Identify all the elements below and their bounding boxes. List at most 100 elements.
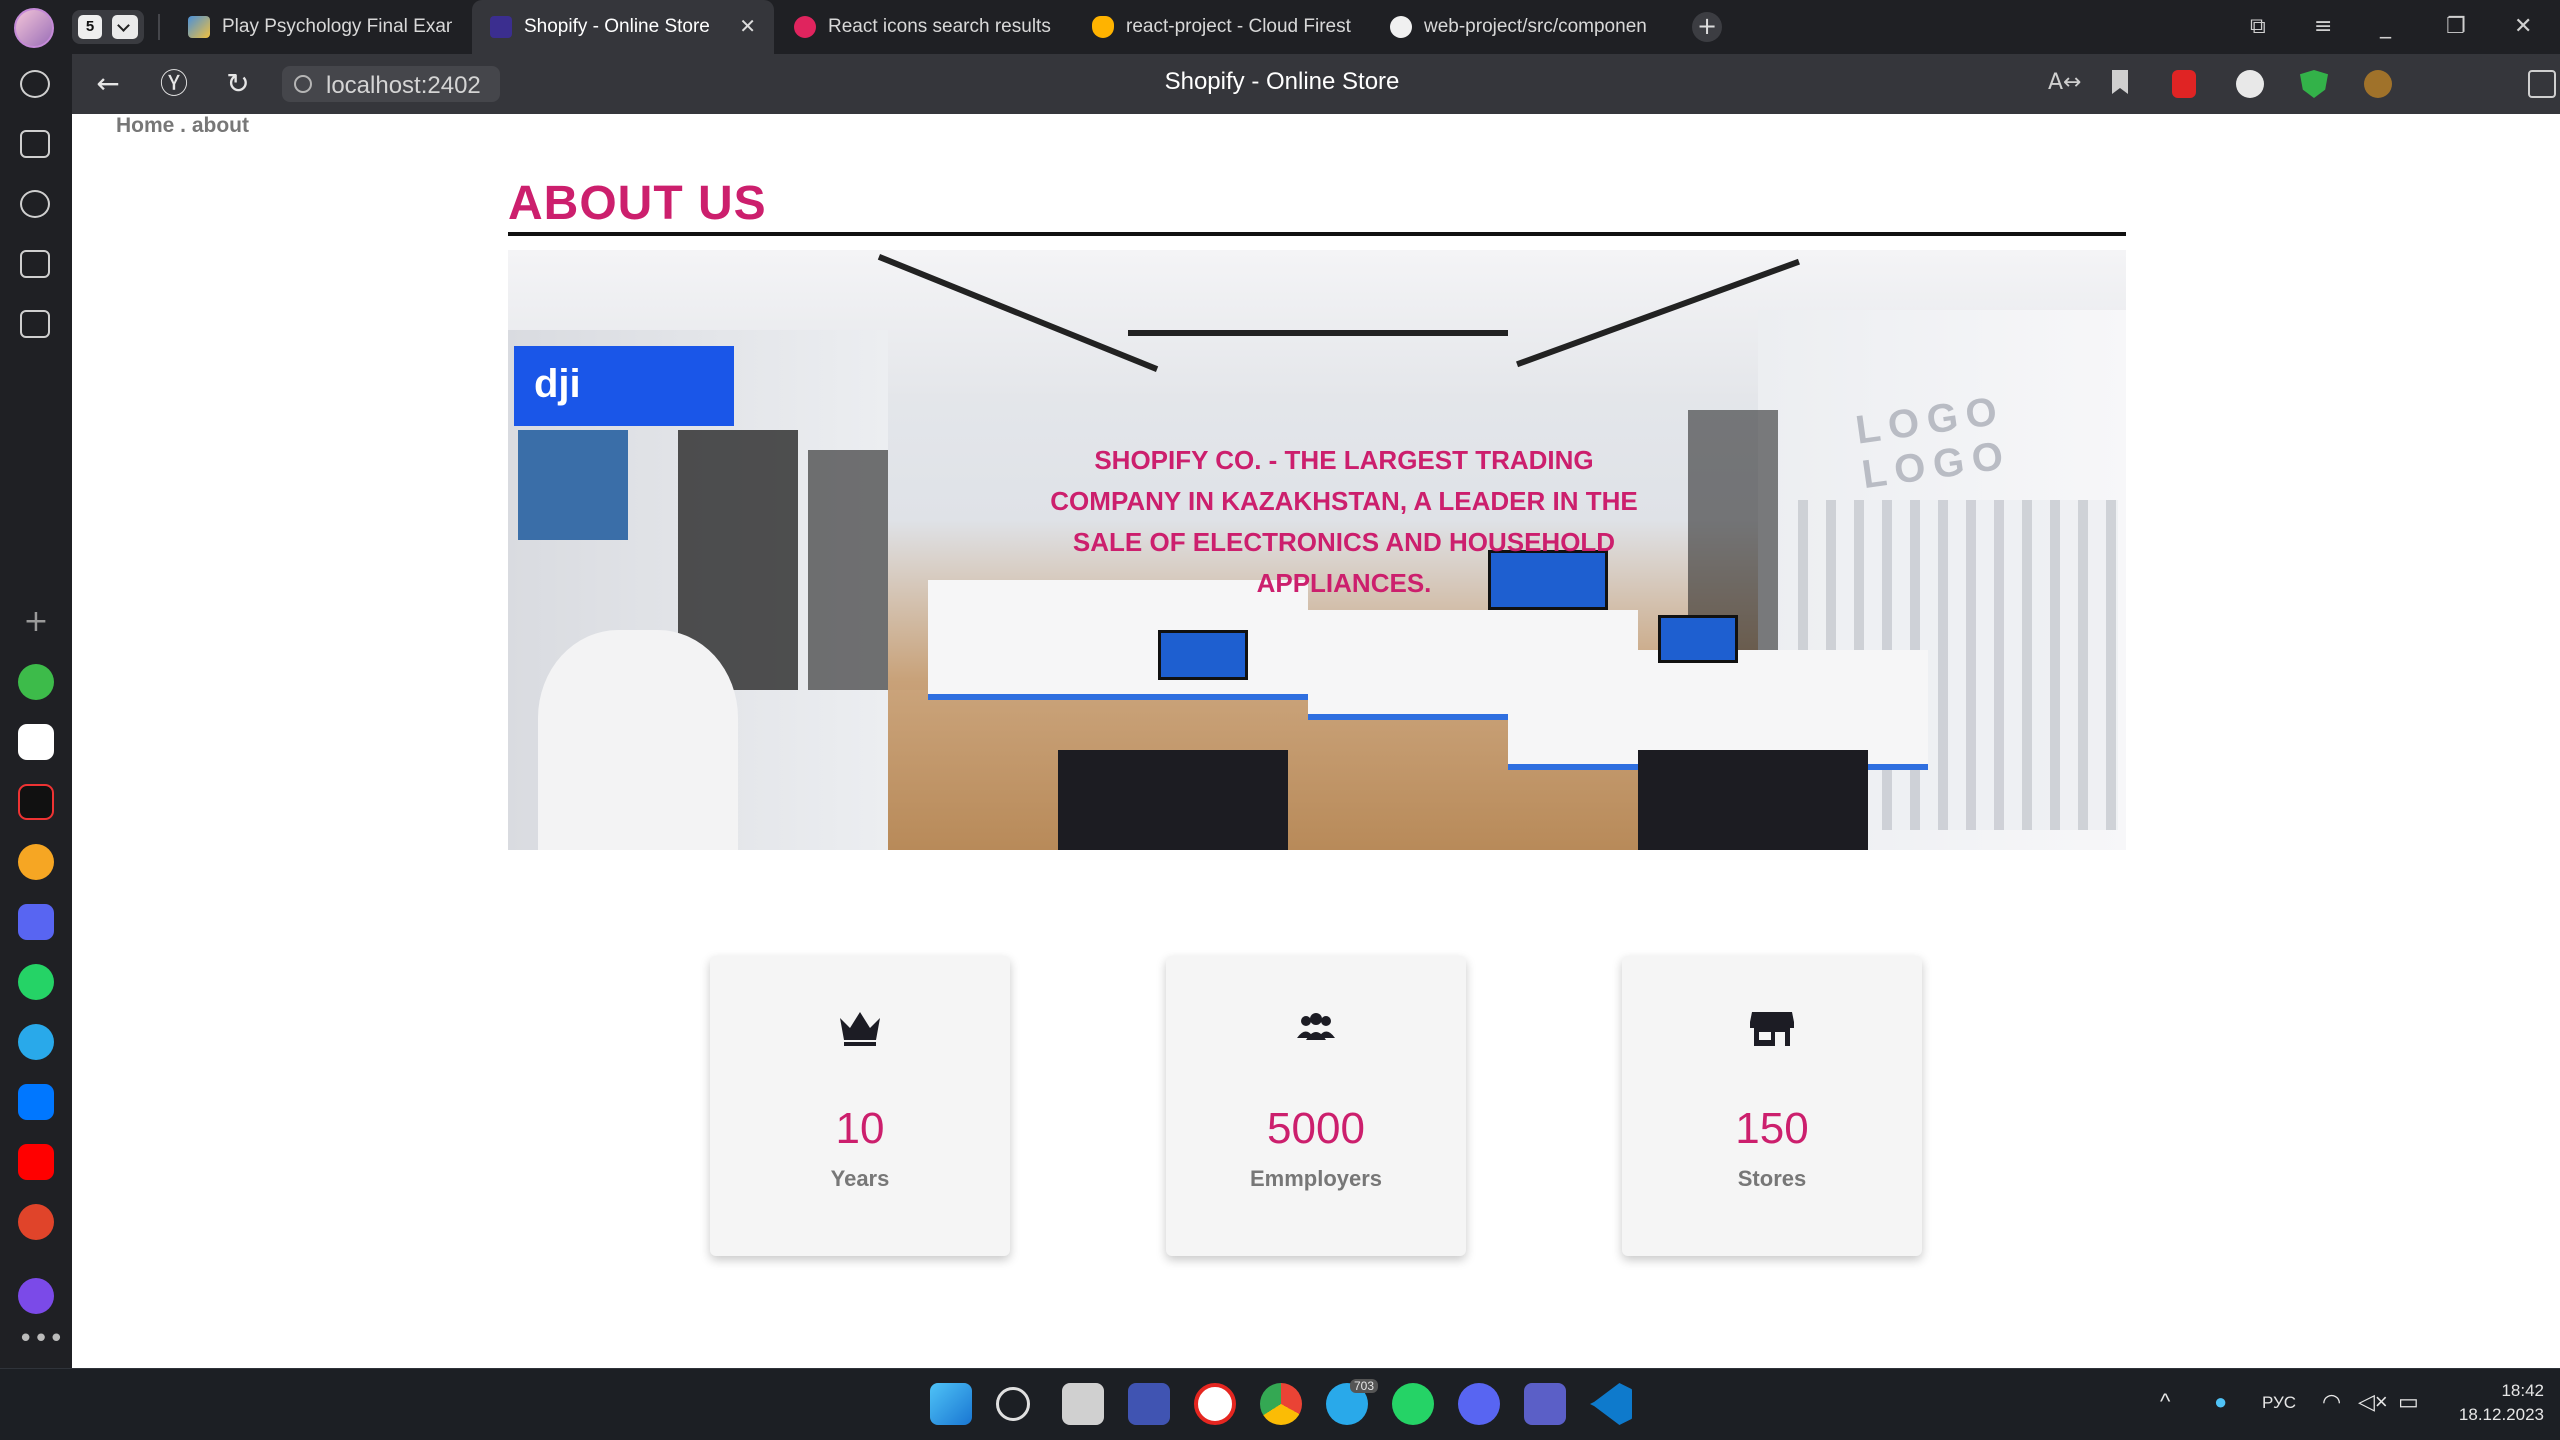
tab-github[interactable]: web-project/src/componen xyxy=(1372,0,1672,54)
tab-firestore[interactable]: react-project - Cloud Firest xyxy=(1074,0,1370,54)
whatsapp-icon[interactable] xyxy=(18,964,54,1000)
url-text: localhost:2402 xyxy=(326,72,481,99)
translate-icon[interactable]: A↔ xyxy=(2048,70,2081,98)
hero-shelf xyxy=(808,450,888,690)
tab-title: Play Psychology Final Exam xyxy=(222,16,452,37)
tab-title: web-project/src/componen xyxy=(1424,16,1647,37)
adblock-icon[interactable] xyxy=(2172,70,2196,98)
tab-title: react-project - Cloud Firest xyxy=(1126,16,1351,37)
telegram-badge: 703 xyxy=(1350,1379,1379,1393)
tiktok-icon[interactable] xyxy=(18,784,54,820)
task-view-icon[interactable] xyxy=(1062,1383,1104,1425)
shield-icon[interactable] xyxy=(2300,70,2328,98)
language-indicator[interactable]: РУС xyxy=(2262,1393,2296,1413)
stat-label: Emmployers xyxy=(1249,1166,1383,1191)
tab-group-button[interactable]: 5 xyxy=(72,10,144,44)
title-underline xyxy=(508,232,2126,236)
five-icon[interactable] xyxy=(20,250,50,278)
stat-value: 150 xyxy=(1735,1104,1809,1153)
breadcrumb[interactable]: Home . about xyxy=(116,114,249,138)
teams-icon[interactable] xyxy=(1524,1383,1566,1425)
microphone-icon[interactable]: ● xyxy=(2214,1389,2227,1415)
page-title-bar: Shopify - Online Store xyxy=(1164,68,1400,95)
profile-avatar[interactable] xyxy=(14,8,54,48)
more-icon[interactable]: ••• xyxy=(18,1324,64,1360)
tray-expand-icon[interactable]: ^ xyxy=(2160,1389,2170,1415)
hero-laptop xyxy=(1158,630,1248,680)
wifi-icon[interactable]: ◠ xyxy=(2322,1389,2341,1415)
stat-label: Stores xyxy=(1737,1166,1807,1191)
telegram-icon[interactable] xyxy=(18,1024,54,1060)
restore-icon[interactable]: ❐ xyxy=(2446,14,2466,39)
tab-favicon-icon xyxy=(490,16,512,38)
alice-icon[interactable] xyxy=(18,1278,54,1314)
react-icon xyxy=(794,16,816,38)
os-taskbar: 703 ^ ● РУС ◠ ◁× ▭ 18:42 18.12.2023 xyxy=(0,1368,2560,1440)
menu-icon[interactable]: ≡ xyxy=(2314,14,2332,39)
cookie-icon[interactable] xyxy=(2364,70,2392,98)
add-panel-icon[interactable]: + xyxy=(18,604,54,640)
music-icon[interactable] xyxy=(18,844,54,880)
hero-tv xyxy=(518,430,628,540)
close-icon[interactable]: ✕ xyxy=(739,14,756,39)
clock-date[interactable]: 18.12.2023 xyxy=(2440,1405,2544,1425)
play-icon[interactable] xyxy=(20,190,50,218)
yandex-browser-icon[interactable] xyxy=(1194,1383,1236,1425)
hero-product-panel xyxy=(1638,750,1868,850)
instagram-icon[interactable] xyxy=(18,724,54,760)
crown-icon xyxy=(840,1012,880,1046)
tab-react-icons[interactable]: React icons search results xyxy=(776,0,1072,54)
stat-value: 5000 xyxy=(1267,1104,1365,1153)
site-info-icon[interactable] xyxy=(294,75,312,93)
windows-start-icon[interactable] xyxy=(930,1383,972,1425)
users-icon xyxy=(1297,1013,1335,1040)
tab-play-psychology[interactable]: Play Psychology Final Exam xyxy=(170,0,470,54)
minimize-icon[interactable]: _ xyxy=(2380,14,2391,39)
github-icon xyxy=(1390,16,1412,38)
page-viewport: Home . about ABOUT US dji LOGO LOGO SHOP… xyxy=(72,114,2560,1368)
back-icon[interactable]: ← xyxy=(78,54,138,114)
collections-icon[interactable] xyxy=(20,130,50,158)
tab-count-badge: 5 xyxy=(78,15,102,39)
translate-app-icon[interactable] xyxy=(18,1204,54,1240)
bookmark-icon[interactable] xyxy=(2112,70,2128,94)
extension-icon[interactable] xyxy=(2236,70,2264,98)
stat-label: Years xyxy=(830,1166,890,1191)
history-icon[interactable] xyxy=(20,70,50,98)
bookmarks-panel-icon[interactable]: ⧉ xyxy=(2250,14,2266,39)
hero-display-stand xyxy=(538,630,738,850)
stat-value: 10 xyxy=(835,1104,885,1153)
address-bar-row: ← Ⓨ ↻ localhost:2402 Shopify - Online St… xyxy=(72,54,2560,114)
browser-sidebar: + ••• xyxy=(0,54,72,1368)
stat-card-stores: 150 Stores xyxy=(1622,956,1922,1256)
search-icon[interactable] xyxy=(996,1387,1030,1421)
new-tab-button[interactable]: + xyxy=(1692,12,1722,42)
vk-icon[interactable] xyxy=(18,1084,54,1120)
stat-card-years: 10 Years xyxy=(710,956,1010,1256)
whatsapp-taskbar-icon[interactable] xyxy=(1392,1383,1434,1425)
address-field[interactable]: localhost:2402 xyxy=(282,66,500,102)
hero-brand-sign: dji xyxy=(514,346,734,426)
chevron-down-icon[interactable] xyxy=(112,15,138,39)
hero-light-track xyxy=(1128,330,1508,336)
vscode-icon[interactable] xyxy=(1590,1383,1632,1425)
volume-muted-icon[interactable]: ◁× xyxy=(2358,1389,2388,1415)
yandex-home-icon[interactable]: Ⓨ xyxy=(144,54,204,114)
store-icon xyxy=(1750,1012,1794,1046)
discord-icon[interactable] xyxy=(18,904,54,940)
tab-shopify[interactable]: Shopify - Online Store ✕ xyxy=(472,0,774,54)
hero-banner: dji LOGO LOGO SHOPIFY CO. - THE LARGEST … xyxy=(508,250,2126,850)
clock-time[interactable]: 18:42 xyxy=(2448,1381,2544,1401)
reload-icon[interactable]: ↻ xyxy=(208,54,268,114)
tab-title: React icons search results xyxy=(828,16,1051,37)
discord-taskbar-icon[interactable] xyxy=(1458,1383,1500,1425)
close-window-icon[interactable]: ✕ xyxy=(2514,14,2532,39)
spring-icon[interactable] xyxy=(18,664,54,700)
chrome-icon[interactable] xyxy=(1260,1383,1302,1425)
screenshot-icon[interactable] xyxy=(20,310,50,338)
reader-icon[interactable] xyxy=(2528,70,2556,98)
battery-icon[interactable]: ▭ xyxy=(2398,1389,2419,1415)
youtube-icon[interactable] xyxy=(18,1144,54,1180)
hero-laptop xyxy=(1658,615,1738,663)
app-icon[interactable] xyxy=(1128,1383,1170,1425)
